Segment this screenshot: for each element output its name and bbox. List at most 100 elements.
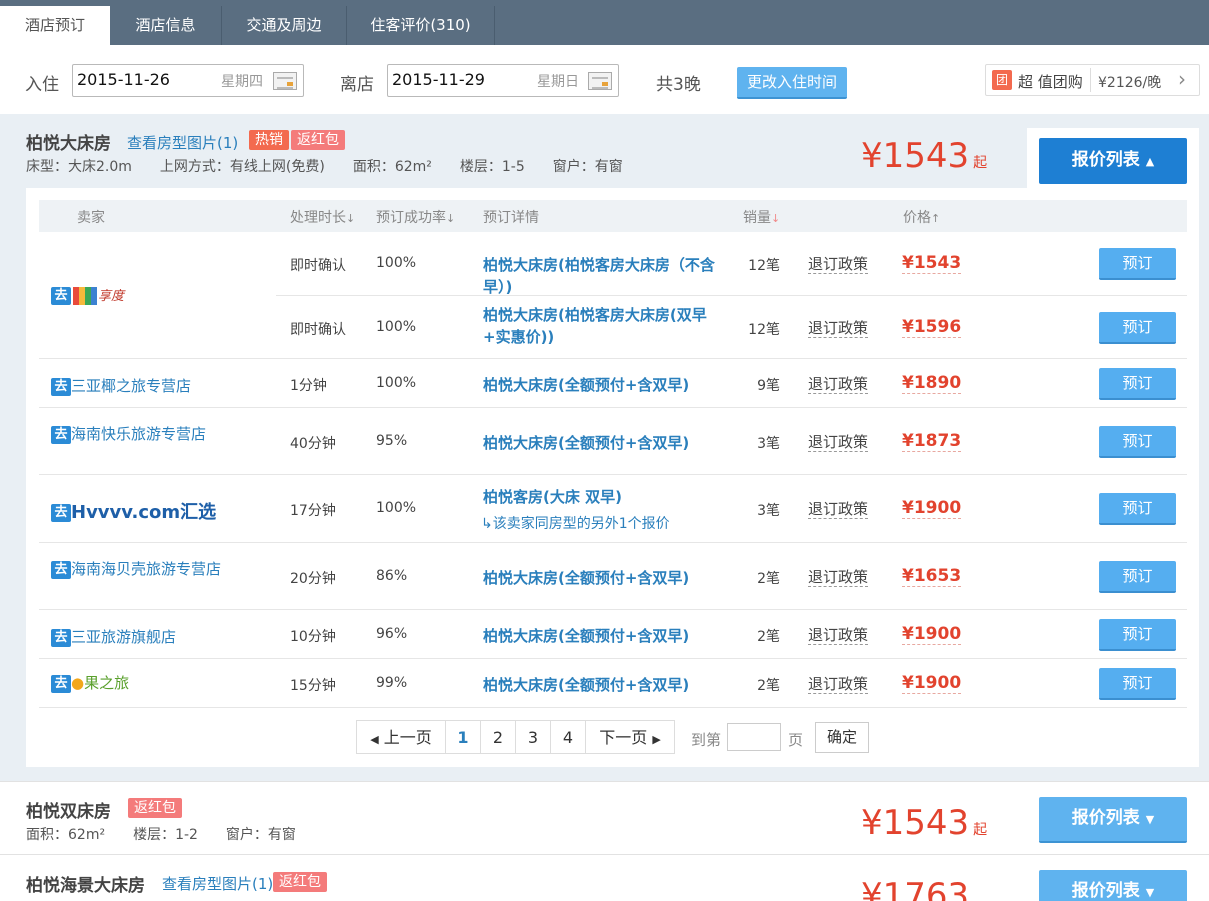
refund-policy-link[interactable]: 退订政策 [808,568,869,587]
quote-list-button[interactable]: 报价列表 ▼ [1039,870,1187,901]
book-button[interactable]: 预订 [1099,426,1176,458]
refund-policy-link[interactable]: 退订政策 [808,319,869,338]
qunar-icon: 去 [51,674,71,693]
book-button[interactable]: 预订 [1099,619,1176,651]
table-header [39,200,1187,232]
page-3[interactable]: 3 [515,720,551,754]
quote-list-button[interactable]: 报价列表 ▼ [1039,797,1187,843]
calendar-icon[interactable] [273,72,297,90]
redpack-tag: 返红包 [128,798,182,818]
caret-right-icon: ▶ [652,733,661,746]
page-1[interactable]: 1 [445,720,481,754]
booking-detail-link[interactable]: 柏悦客房(大床 双早) [483,486,743,508]
caret-up-icon: ▲ [1145,155,1155,168]
sales-count: 9笔 [757,378,780,394]
seller-sanya-yezhilv[interactable]: 去三亚椰之旅专营店 [51,375,191,396]
seller-guozhilv[interactable]: 去 ●果之旅 [51,672,129,693]
price-value: ¥1900 [902,673,962,694]
header-time[interactable]: 处理时长↓ [290,207,355,227]
checkout-date-field[interactable]: 2015-11-29 星期日 [387,64,619,97]
tab-reviews[interactable]: 住客评价(310) [347,6,495,45]
booking-detail-link[interactable]: 柏悦大床房(全额预付+含双早) [483,567,743,589]
book-button[interactable]: 预订 [1099,668,1176,700]
refund-policy-link[interactable]: 退订政策 [808,433,869,452]
book-button[interactable]: 预订 [1099,561,1176,593]
view-photos-link[interactable]: 查看房型图片(1) [162,873,273,894]
row-divider [39,707,1187,708]
refund-policy-link[interactable]: 退订政策 [808,375,869,394]
header-sales[interactable]: 销量↓ [743,207,780,227]
price-suffix: 起 [973,822,988,838]
booking-detail-link[interactable]: 柏悦大床房(柏悦客房大床房(双早+实惠价)) [483,304,723,348]
success-rate: 86% [376,568,408,584]
room-name: 柏悦大床房 [26,134,111,154]
page-unit-label: 页 [788,731,804,749]
goto-page-input[interactable] [727,723,781,751]
arrow-down-icon: ↓ [771,212,781,225]
header-price[interactable]: 价格↑ [903,207,940,227]
seller-xiangdu[interactable]: 去 享度 [51,285,124,305]
price-value: ¥1653 [902,566,962,587]
seller-logo-icon [73,287,97,305]
tab-hotel-info[interactable]: 酒店信息 [110,6,222,45]
row-divider [39,658,1187,659]
arrow-down-icon: ↓ [446,212,456,225]
seller-hvvvv[interactable]: 去 Hvvvv.com汇选 [51,498,216,524]
view-photos-link[interactable]: 查看房型图片(1) [127,132,238,153]
refund-policy-link[interactable]: 退订政策 [808,255,869,274]
header-rate[interactable]: 预订成功率↓ [376,207,455,227]
sales-count: 3笔 [757,436,780,452]
book-button[interactable]: 预订 [1099,493,1176,525]
room-price: ¥1543 起 [861,136,988,176]
seller-hainan-haibeike[interactable]: 去海南海贝壳旅游专营店 [51,558,221,579]
seller-sanya-lvyou[interactable]: 去三亚旅游旗舰店 [51,626,176,647]
checkout-date-value: 2015-11-29 [392,70,485,89]
tab-transport[interactable]: 交通及周边 [222,6,347,45]
booking-detail-link[interactable]: 柏悦大床房(全额预付+含双早) [483,374,743,396]
success-rate: 95% [376,433,408,449]
group-buy-label: 超 值团购 [1018,73,1083,91]
checkin-weekday: 星期四 [221,74,263,90]
booking-detail-link[interactable]: 柏悦大床房(全额预付+含双早) [483,674,743,696]
book-button[interactable]: 预订 [1099,248,1176,280]
other-quote-link[interactable]: ↳该卖家同房型的另外1个报价 [481,513,670,533]
price-suffix: 起 [973,155,988,171]
row-divider [276,295,1187,296]
checkin-date-field[interactable]: 2015-11-26 星期四 [72,64,304,97]
refund-policy-link[interactable]: 退订政策 [808,675,869,694]
qunar-icon: 去 [51,504,71,522]
refund-policy-link[interactable]: 退订政策 [808,626,869,645]
book-button[interactable]: 预订 [1099,368,1176,400]
booking-detail-link[interactable]: 柏悦大床房(全额预付+含双早) [483,432,743,454]
seller-hainan-kuaile[interactable]: 去海南快乐旅游专营店 [51,423,206,444]
group-buy-icon: 团 [992,70,1012,90]
sales-count: 12笔 [748,258,780,274]
qunar-icon: 去 [51,628,71,647]
next-page-button[interactable]: 下一页 ▶ [585,720,675,754]
price-value: ¥1900 [902,624,962,645]
page-4[interactable]: 4 [550,720,586,754]
tab-hotel-booking[interactable]: 酒店预订 [0,6,110,45]
sales-count: 3笔 [757,503,780,519]
arrow-down-icon: ↓ [346,212,356,225]
book-button[interactable]: 预订 [1099,312,1176,344]
goto-confirm-button[interactable]: 确定 [815,722,869,753]
nights-count: 共3晚 [656,75,701,95]
sales-count: 2笔 [757,678,780,694]
booking-detail-link[interactable]: 柏悦大床房(柏悦客房大床房（不含早）) [483,254,723,298]
booking-detail-link[interactable]: 柏悦大床房(全额预付+含双早) [483,625,743,647]
page-2[interactable]: 2 [480,720,516,754]
change-dates-button[interactable]: 更改入住时间 [737,67,847,99]
processing-time: 17分钟 [290,503,336,519]
refund-policy-link[interactable]: 退订政策 [808,500,869,519]
quote-list-button[interactable]: 报价列表 ▲ [1039,138,1187,184]
group-buy-promo[interactable]: 团 超 值团购 ¥2126/晚 › [985,64,1200,96]
group-buy-price: ¥2126/晚 [1098,75,1162,91]
checkout-label: 离店 [340,75,374,95]
qunar-icon: 去 [51,560,71,579]
calendar-icon[interactable] [588,72,612,90]
room-price: ¥1543 起 [861,803,988,843]
processing-time: 40分钟 [290,436,336,452]
prev-page-button[interactable]: ◀ 上一页 [356,720,446,754]
seller-name: 享度 [98,289,125,304]
